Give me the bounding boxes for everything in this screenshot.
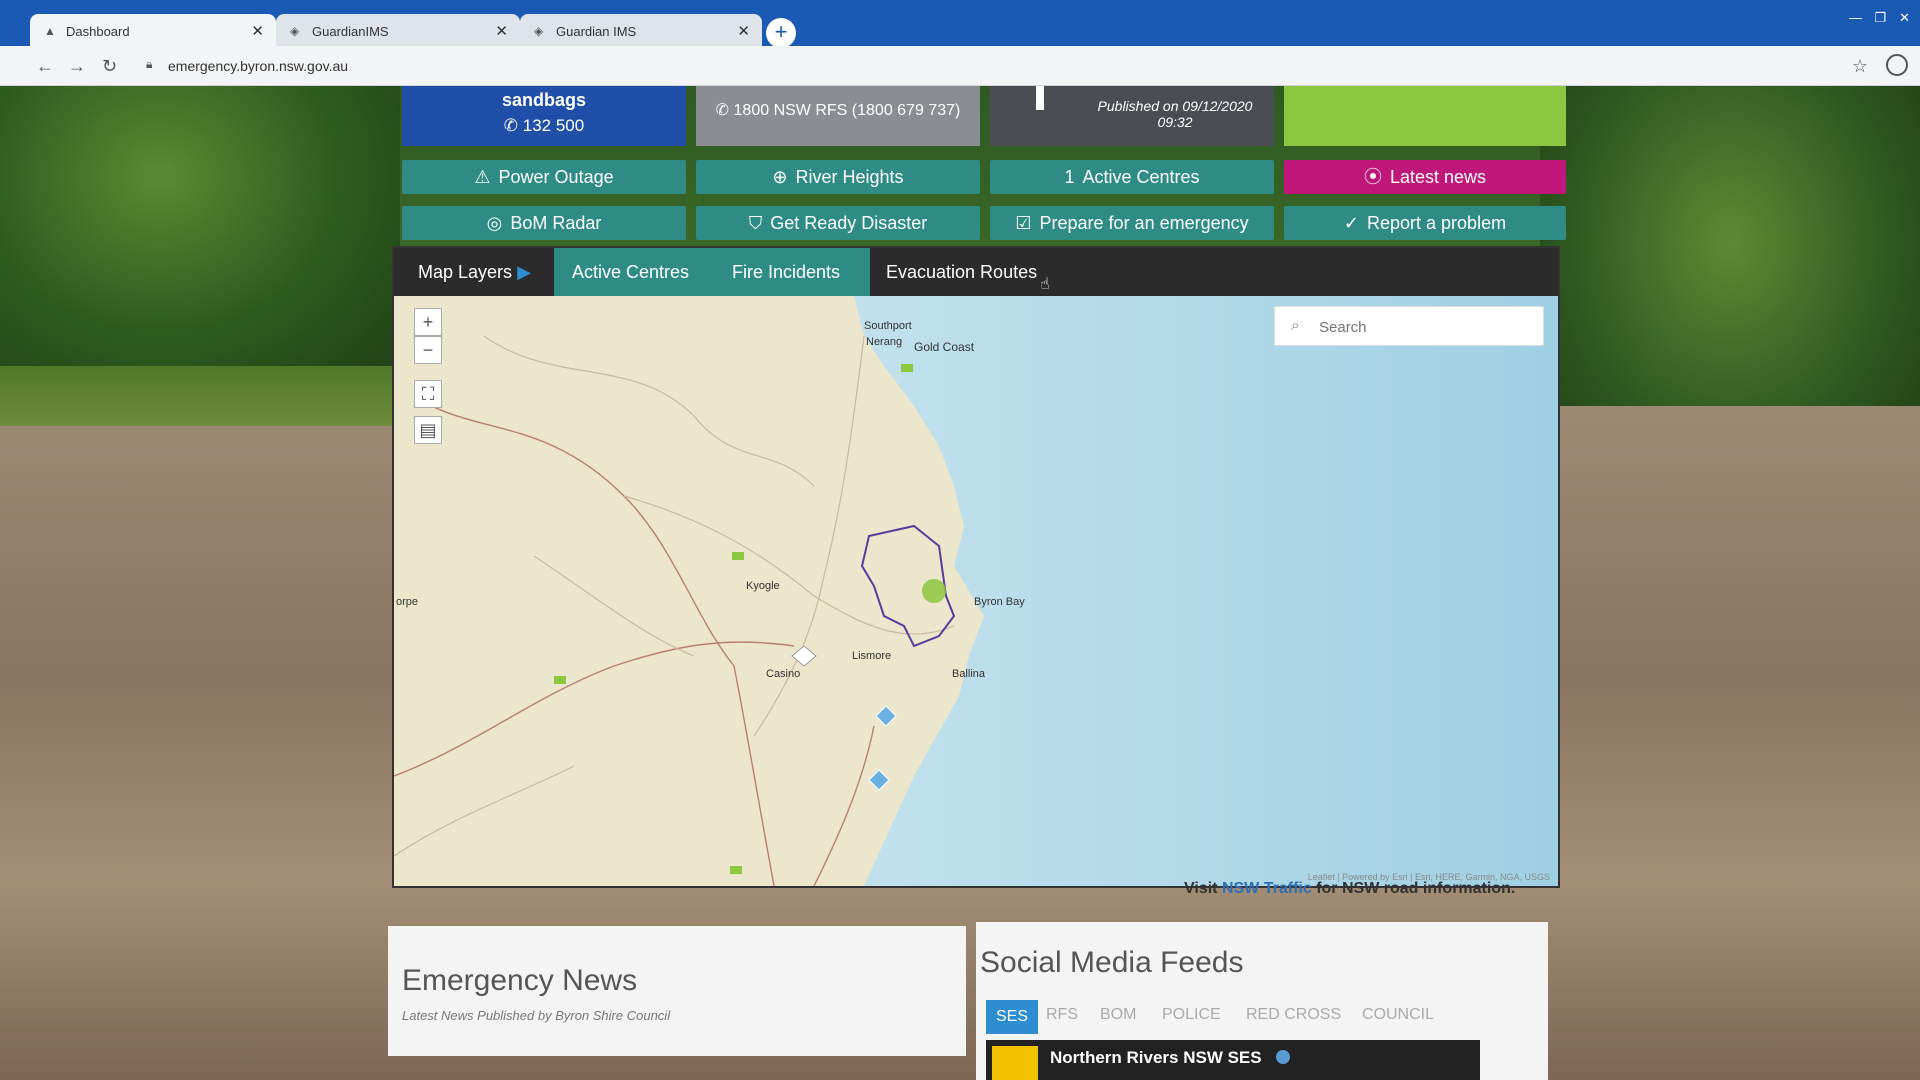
zoom-out-button[interactable]: − — [414, 336, 442, 364]
place-label: Kyogle — [746, 580, 780, 592]
place-label: Gold Coast — [914, 340, 975, 354]
maximize-icon[interactable]: ❐ — [1874, 10, 1886, 26]
place-label: orpe — [396, 596, 419, 608]
close-window-icon[interactable]: ✕ — [1899, 10, 1910, 26]
place-label: Ballina — [952, 668, 986, 680]
map-tab-bar: Map Layers ▶ Active Centres Fire Inciden… — [394, 248, 1558, 296]
background-grass — [0, 366, 400, 426]
tab-title: GuardianIMS — [312, 24, 389, 39]
emergency-news-subtitle: Latest News Published by Byron Shire Cou… — [402, 1008, 671, 1023]
place-label: Nerang — [866, 336, 903, 348]
url-field[interactable]: emergency.byron.nsw.gov.au — [168, 58, 348, 74]
map-panel: Map Layers ▶ Active Centres Fire Inciden… — [392, 246, 1560, 888]
social-media-title: Social Media Feeds — [980, 946, 1244, 979]
browser-tab-bar: ▲ Dashboard ✕ ◈ GuardianIMS ✕ ◈ Guardian… — [0, 0, 1920, 48]
warning-icon: ⚠ — [474, 167, 491, 187]
address-bar: ← → ↻ 🔒︎ emergency.byron.nsw.gov.au ☆ — [0, 46, 1920, 86]
prepare-emergency-button[interactable]: ☑ Prepare for an emergency — [990, 206, 1274, 240]
emergency-news-title: Emergency News — [402, 964, 638, 997]
tab-council[interactable]: COUNCIL — [1362, 1006, 1434, 1024]
status-card — [1284, 86, 1566, 146]
get-ready-button[interactable]: ⛉ Get Ready Disaster — [696, 206, 980, 240]
report-problem-button[interactable]: ✓ Report a problem — [1284, 206, 1566, 240]
back-icon[interactable]: ← — [36, 56, 54, 77]
shield-check-icon: ⛉ — [748, 213, 763, 233]
tab-fire-incidents[interactable]: Fire Incidents — [732, 262, 840, 283]
shield-icon: ◈ — [290, 24, 300, 38]
latest-news-button[interactable]: ⦿ Latest news — [1284, 160, 1566, 194]
background-trees-left — [0, 86, 400, 386]
tab-red-cross[interactable]: RED CROSS — [1246, 1006, 1341, 1024]
place-label: Byron Bay — [974, 596, 1025, 608]
close-icon[interactable]: ✕ — [251, 22, 264, 40]
active-centres-count: 1 — [1064, 167, 1075, 187]
lock-icon: 🔒︎ — [146, 57, 153, 71]
new-tab-button[interactable]: + — [766, 18, 796, 48]
radar-icon: ◎ — [486, 213, 503, 233]
place-label: Casino — [766, 668, 801, 680]
chevron-right-icon: ▶ — [517, 262, 531, 282]
rss-icon: ⦿ — [1363, 167, 1382, 187]
river-heights-button[interactable]: ⊕ River Heights — [696, 160, 980, 194]
check-icon: ✓ — [1343, 213, 1359, 233]
tab-bom[interactable]: BOM — [1100, 1006, 1136, 1024]
tab-evacuation-routes[interactable]: Evacuation Routes — [886, 262, 1037, 283]
road-info-note: Visit NSW Traffic for NSW road informati… — [1184, 880, 1516, 897]
page-icon: ▲ — [44, 24, 56, 38]
tab-map-layers[interactable]: Map Layers ▶ — [418, 262, 531, 283]
bom-radar-button[interactable]: ◎ BoM Radar — [402, 206, 686, 240]
tab-title: Dashboard — [66, 24, 130, 39]
active-centres-button[interactable]: 1 Active Centres — [990, 160, 1274, 194]
search-icon: ⌕ — [1291, 317, 1300, 334]
close-icon[interactable]: ✕ — [737, 22, 750, 40]
layers-icon[interactable]: ▤ — [414, 416, 442, 444]
profile-icon[interactable] — [1886, 54, 1908, 76]
map-basemap — [394, 296, 1558, 886]
sandbags-phone: ✆ 132 500 — [503, 116, 585, 135]
mouse-cursor-icon: ☝ — [1040, 276, 1050, 293]
bookmark-star-icon[interactable]: ☆ — [1852, 56, 1868, 77]
browser-tab-guardianims[interactable]: ◈ GuardianIMS ✕ — [276, 14, 520, 48]
close-icon[interactable]: ✕ — [495, 22, 508, 40]
map-search-input[interactable] — [1319, 315, 1529, 339]
zoom-in-button[interactable]: + — [414, 308, 442, 336]
rfs-phone-card[interactable]: ✆ 1800 NSW RFS (1800 679 737) — [696, 86, 980, 146]
tab-police[interactable]: POLICE — [1162, 1006, 1221, 1024]
forward-icon[interactable]: → — [68, 56, 86, 77]
sandbags-card[interactable]: sandbags ✆ 132 500 — [402, 86, 686, 146]
checkbox-icon: ☑ — [1015, 213, 1032, 233]
feed-name: Northern Rivers NSW SES — [1050, 1048, 1262, 1067]
place-label: Southport — [864, 320, 912, 332]
phone-icon: ✆ — [503, 116, 523, 135]
shield-icon: ◈ — [534, 24, 544, 38]
map-canvas[interactable]: + − ⛶ ▤ Southport Nerang Gold Coast Kyog… — [394, 296, 1558, 886]
sandbags-label: sandbags — [501, 90, 587, 110]
fullscreen-icon[interactable]: ⛶ — [414, 380, 442, 408]
nsw-traffic-link[interactable]: NSW Traffic — [1222, 880, 1312, 897]
tab-title: Guardian IMS — [556, 24, 637, 39]
published-date: Published on 09/12/2020 09:32 — [1097, 98, 1253, 130]
power-outage-button[interactable]: ⚠ Power Outage — [402, 160, 686, 194]
tab-active-centres[interactable]: Active Centres — [572, 262, 689, 283]
map-search-box[interactable]: ⌕ — [1274, 306, 1544, 346]
verified-icon — [1276, 1050, 1290, 1064]
reload-icon[interactable]: ↻ — [102, 56, 117, 77]
published-card: Published on 09/12/2020 09:32 — [990, 86, 1274, 146]
minimize-icon[interactable]: — — [1849, 10, 1862, 25]
ses-logo — [992, 1046, 1038, 1080]
browser-tab-dashboard[interactable]: ▲ Dashboard ✕ — [30, 14, 276, 48]
place-label: Lismore — [852, 650, 892, 662]
rfs-phone: 1800 NSW RFS (1800 679 737) — [733, 102, 961, 119]
gauge-icon: ⊕ — [772, 167, 788, 187]
phone-icon: ✆ — [715, 102, 734, 119]
browser-tab-guardian-ims[interactable]: ◈ Guardian IMS ✕ — [520, 14, 762, 48]
feed-header: Northern Rivers NSW SES — [986, 1040, 1480, 1080]
tab-rfs[interactable]: RFS — [1046, 1006, 1078, 1024]
tab-ses[interactable]: SES — [986, 1000, 1039, 1034]
status-marker — [1036, 86, 1044, 110]
